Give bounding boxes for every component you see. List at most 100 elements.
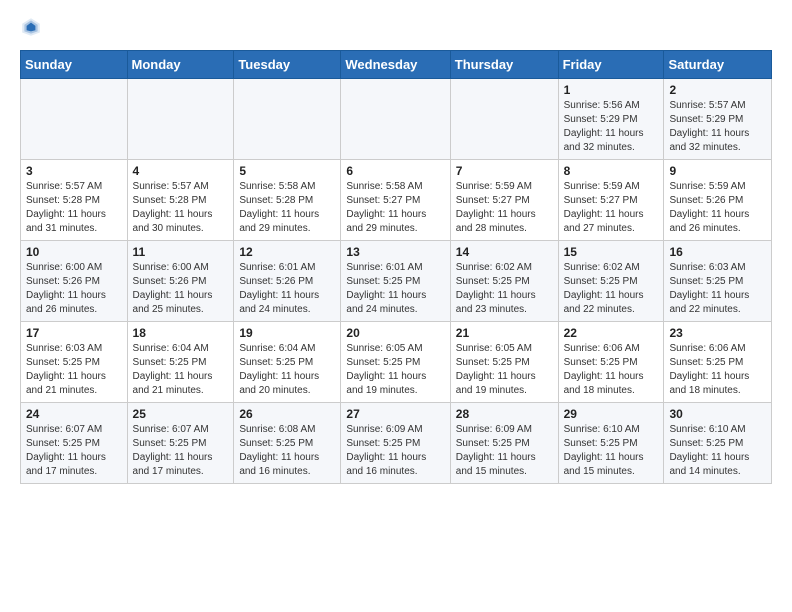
- day-cell: [127, 79, 234, 160]
- weekday-header-saturday: Saturday: [664, 51, 772, 79]
- day-info: Sunrise: 6:03 AM Sunset: 5:25 PM Dayligh…: [26, 342, 122, 398]
- day-info: Sunrise: 5:59 AM Sunset: 5:26 PM Dayligh…: [669, 180, 766, 236]
- day-cell: 28Sunrise: 6:09 AM Sunset: 5:25 PM Dayli…: [450, 403, 558, 484]
- day-cell: 1 Sunrise: 5:56 AM Sunset: 5:29 PM Daylig…: [558, 79, 664, 160]
- day-cell: 21 Sunrise: 6:05 AM Sunset: 5:25 PM Dayli…: [450, 322, 558, 403]
- day-cell: 18 Sunrise: 6:04 AM Sunset: 5:25 PM Dayli…: [127, 322, 234, 403]
- day-cell: 23 Sunrise: 6:06 AM Sunset: 5:25 PM Dayli…: [664, 322, 772, 403]
- day-info: Sunrise: 5:59 AM Sunset: 5:27 PM Dayligh…: [456, 180, 553, 236]
- day-cell: 2 Sunrise: 5:57 AM Sunset: 5:29 PM Daylig…: [664, 79, 772, 160]
- day-info: Sunrise: 5:57 AM Sunset: 5:28 PM Dayligh…: [133, 180, 229, 236]
- day-number: 30: [669, 407, 766, 421]
- day-number: 13: [346, 245, 444, 259]
- day-number: 24: [26, 407, 122, 421]
- day-info: Sunrise: 6:05 AM Sunset: 5:25 PM Dayligh…: [456, 342, 553, 398]
- day-cell: [21, 79, 128, 160]
- day-number: 21: [456, 326, 553, 340]
- day-cell: 22Sunrise: 6:06 AM Sunset: 5:25 PM Dayli…: [558, 322, 664, 403]
- day-info: Sunrise: 6:04 AM Sunset: 5:25 PM Dayligh…: [133, 342, 229, 398]
- day-number: 6: [346, 164, 444, 178]
- day-cell: 25 Sunrise: 6:07 AM Sunset: 5:25 PM Dayli…: [127, 403, 234, 484]
- day-cell: 26 Sunrise: 6:08 AM Sunset: 5:25 PM Dayli…: [234, 403, 341, 484]
- day-number: 4: [133, 164, 229, 178]
- day-number: 28: [456, 407, 553, 421]
- day-number: 19: [239, 326, 335, 340]
- day-cell: [341, 79, 450, 160]
- week-row-4: 17 Sunrise: 6:03 AM Sunset: 5:25 PM Dayli…: [21, 322, 772, 403]
- day-cell: 29Sunrise: 6:10 AM Sunset: 5:25 PM Dayli…: [558, 403, 664, 484]
- day-info: Sunrise: 6:02 AM Sunset: 5:25 PM Dayligh…: [564, 261, 659, 317]
- day-cell: 3 Sunrise: 5:57 AM Sunset: 5:28 PM Daylig…: [21, 160, 128, 241]
- weekday-header-wednesday: Wednesday: [341, 51, 450, 79]
- day-info: Sunrise: 6:02 AM Sunset: 5:25 PM Dayligh…: [456, 261, 553, 317]
- day-number: 3: [26, 164, 122, 178]
- day-number: 17: [26, 326, 122, 340]
- day-number: 15: [564, 245, 659, 259]
- day-info: Sunrise: 6:07 AM Sunset: 5:25 PM Dayligh…: [133, 423, 229, 479]
- day-info: Sunrise: 5:58 AM Sunset: 5:27 PM Dayligh…: [346, 180, 444, 236]
- calendar-table: SundayMondayTuesdayWednesdayThursdayFrid…: [20, 50, 772, 484]
- day-number: 16: [669, 245, 766, 259]
- logo: [20, 16, 50, 38]
- day-number: 8: [564, 164, 659, 178]
- day-info: Sunrise: 5:57 AM Sunset: 5:28 PM Dayligh…: [26, 180, 122, 236]
- weekday-header-sunday: Sunday: [21, 51, 128, 79]
- day-number: 11: [133, 245, 229, 259]
- day-info: Sunrise: 6:05 AM Sunset: 5:25 PM Dayligh…: [346, 342, 444, 398]
- day-number: 2: [669, 83, 766, 97]
- day-cell: 5 Sunrise: 5:58 AM Sunset: 5:28 PM Daylig…: [234, 160, 341, 241]
- day-cell: 24 Sunrise: 6:07 AM Sunset: 5:25 PM Dayli…: [21, 403, 128, 484]
- day-info: Sunrise: 6:10 AM Sunset: 5:25 PM Dayligh…: [669, 423, 766, 479]
- day-info: Sunrise: 6:06 AM Sunset: 5:25 PM Dayligh…: [669, 342, 766, 398]
- weekday-header-tuesday: Tuesday: [234, 51, 341, 79]
- day-cell: 12 Sunrise: 6:01 AM Sunset: 5:26 PM Dayli…: [234, 241, 341, 322]
- day-number: 20: [346, 326, 444, 340]
- day-info: Sunrise: 6:03 AM Sunset: 5:25 PM Dayligh…: [669, 261, 766, 317]
- day-cell: 10 Sunrise: 6:00 AM Sunset: 5:26 PM Dayli…: [21, 241, 128, 322]
- day-info: Sunrise: 6:01 AM Sunset: 5:25 PM Dayligh…: [346, 261, 444, 317]
- day-number: 23: [669, 326, 766, 340]
- day-cell: 9 Sunrise: 5:59 AM Sunset: 5:26 PM Daylig…: [664, 160, 772, 241]
- day-cell: 16 Sunrise: 6:03 AM Sunset: 5:25 PM Dayli…: [664, 241, 772, 322]
- week-row-2: 3 Sunrise: 5:57 AM Sunset: 5:28 PM Daylig…: [21, 160, 772, 241]
- day-cell: 15 Sunrise: 6:02 AM Sunset: 5:25 PM Dayli…: [558, 241, 664, 322]
- day-cell: [234, 79, 341, 160]
- day-info: Sunrise: 6:07 AM Sunset: 5:25 PM Dayligh…: [26, 423, 122, 479]
- day-cell: 11Sunrise: 6:00 AM Sunset: 5:26 PM Dayli…: [127, 241, 234, 322]
- day-number: 18: [133, 326, 229, 340]
- day-number: 25: [133, 407, 229, 421]
- day-cell: 20 Sunrise: 6:05 AM Sunset: 5:25 PM Dayli…: [341, 322, 450, 403]
- weekday-header-friday: Friday: [558, 51, 664, 79]
- weekday-header-row: SundayMondayTuesdayWednesdayThursdayFrid…: [21, 51, 772, 79]
- day-info: Sunrise: 5:58 AM Sunset: 5:28 PM Dayligh…: [239, 180, 335, 236]
- day-number: 7: [456, 164, 553, 178]
- week-row-3: 10 Sunrise: 6:00 AM Sunset: 5:26 PM Dayli…: [21, 241, 772, 322]
- day-cell: 27Sunrise: 6:09 AM Sunset: 5:25 PM Dayli…: [341, 403, 450, 484]
- day-cell: 8 Sunrise: 5:59 AM Sunset: 5:27 PM Daylig…: [558, 160, 664, 241]
- day-info: Sunrise: 6:06 AM Sunset: 5:25 PM Dayligh…: [564, 342, 659, 398]
- day-number: 10: [26, 245, 122, 259]
- day-info: Sunrise: 5:57 AM Sunset: 5:29 PM Dayligh…: [669, 99, 766, 155]
- page: SundayMondayTuesdayWednesdayThursdayFrid…: [0, 0, 792, 500]
- day-cell: 30 Sunrise: 6:10 AM Sunset: 5:25 PM Dayli…: [664, 403, 772, 484]
- day-cell: 13 Sunrise: 6:01 AM Sunset: 5:25 PM Dayli…: [341, 241, 450, 322]
- day-cell: [450, 79, 558, 160]
- day-cell: 4 Sunrise: 5:57 AM Sunset: 5:28 PM Daylig…: [127, 160, 234, 241]
- day-number: 1: [564, 83, 659, 97]
- day-info: Sunrise: 5:59 AM Sunset: 5:27 PM Dayligh…: [564, 180, 659, 236]
- day-cell: 6 Sunrise: 5:58 AM Sunset: 5:27 PM Daylig…: [341, 160, 450, 241]
- day-info: Sunrise: 5:56 AM Sunset: 5:29 PM Dayligh…: [564, 99, 659, 155]
- day-info: Sunrise: 6:10 AM Sunset: 5:25 PM Dayligh…: [564, 423, 659, 479]
- day-number: 26: [239, 407, 335, 421]
- day-info: Sunrise: 6:08 AM Sunset: 5:25 PM Dayligh…: [239, 423, 335, 479]
- day-number: 27: [346, 407, 444, 421]
- day-info: Sunrise: 6:00 AM Sunset: 5:26 PM Dayligh…: [26, 261, 122, 317]
- day-number: 12: [239, 245, 335, 259]
- day-info: Sunrise: 6:01 AM Sunset: 5:26 PM Dayligh…: [239, 261, 335, 317]
- day-cell: 17 Sunrise: 6:03 AM Sunset: 5:25 PM Dayli…: [21, 322, 128, 403]
- day-number: 9: [669, 164, 766, 178]
- header: [20, 16, 772, 38]
- day-number: 5: [239, 164, 335, 178]
- weekday-header-thursday: Thursday: [450, 51, 558, 79]
- week-row-5: 24 Sunrise: 6:07 AM Sunset: 5:25 PM Dayli…: [21, 403, 772, 484]
